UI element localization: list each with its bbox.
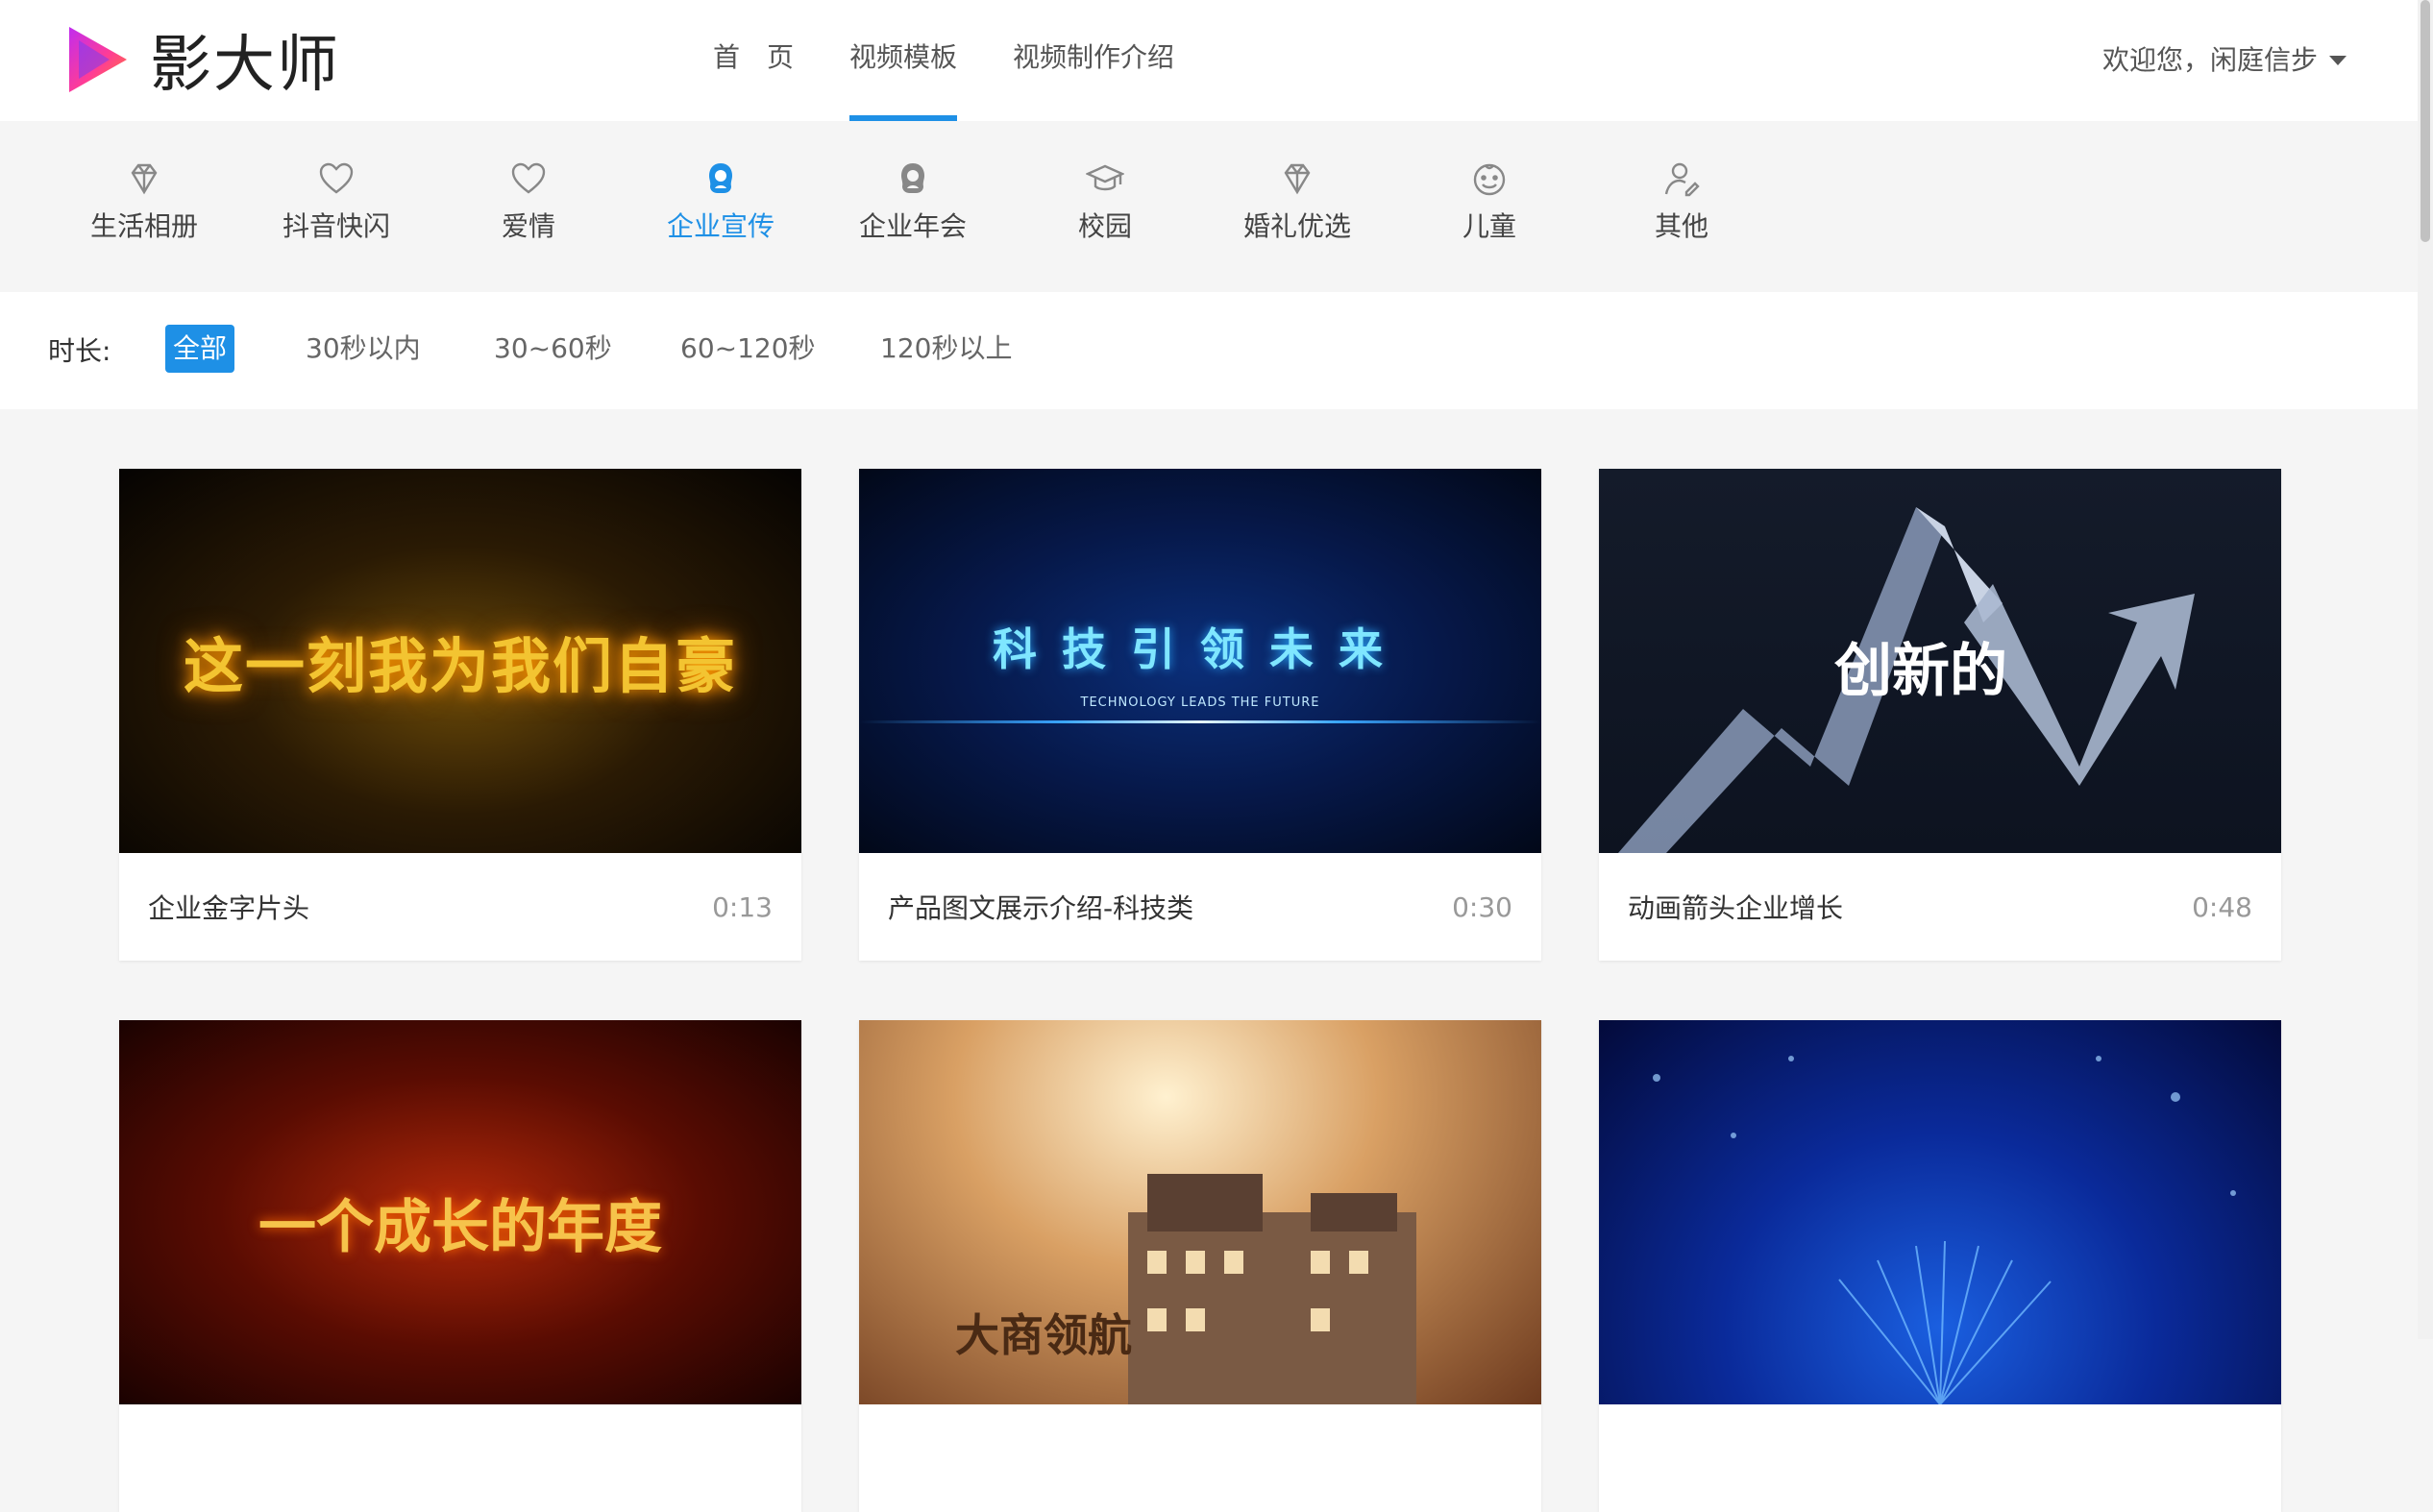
template-card[interactable]: 大商领航 xyxy=(859,1020,1541,1512)
business-person-icon xyxy=(709,163,732,193)
thumbnail-subtext: TECHNOLOGY LEADS THE FUTURE xyxy=(1080,695,1320,710)
template-card[interactable]: 一个成长的年度 xyxy=(119,1020,801,1512)
filter-label: 时长: xyxy=(48,335,111,367)
category-children[interactable]: 儿童 xyxy=(1393,159,1585,244)
thumbnail-text: 科技引领未来 xyxy=(993,623,1408,675)
category-label: 其他 xyxy=(1654,210,1708,242)
template-name: 企业金字片头 xyxy=(148,892,310,924)
category-other[interactable]: 其他 xyxy=(1585,159,1778,244)
category-bar: 生活相册 抖音快闪 爱情 企业宣传 企业年会 校园 婚礼优选 儿童 其他 xyxy=(0,121,2418,292)
card-info: 企业金字片头 0:13 xyxy=(119,853,801,961)
category-wedding[interactable]: 婚礼优选 xyxy=(1201,159,1393,244)
template-name: 产品图文展示介绍-科技类 xyxy=(888,892,1194,924)
card-info: 产品图文展示介绍-科技类 0:30 xyxy=(859,853,1541,961)
scrollbar-thumb[interactable] xyxy=(2421,0,2430,242)
main-nav: 首页 视频模板 视频制作介绍 xyxy=(713,0,1230,121)
vertical-scrollbar[interactable] xyxy=(2418,0,2433,1339)
nav-video-templates[interactable]: 视频模板 xyxy=(849,0,958,121)
user-greeting: 欢迎您，闲庭信步 xyxy=(2101,44,2318,76)
category-annual-party[interactable]: 企业年会 xyxy=(817,159,1009,244)
template-duration: 0:30 xyxy=(1452,890,1512,923)
category-label: 儿童 xyxy=(1462,210,1516,242)
top-header: 影大师 首页 视频模板 视频制作介绍 欢迎您，闲庭信步 xyxy=(0,0,2418,121)
graduation-cap-icon xyxy=(1086,164,1124,191)
template-name: 动画箭头企业增长 xyxy=(1628,892,1844,924)
thumbnail-text: 这一刻我为我们自豪 xyxy=(183,631,737,701)
template-card[interactable]: 这一刻我为我们自豪 企业金字片头 0:13 xyxy=(119,469,801,961)
category-douyin-flash[interactable]: 抖音快闪 xyxy=(240,159,432,244)
filter-option-under-30s[interactable]: 30秒以内 xyxy=(298,325,429,373)
category-label: 生活相册 xyxy=(89,210,198,242)
child-face-icon xyxy=(1473,163,1506,196)
caret-down-icon xyxy=(2329,56,2347,65)
category-label: 婚礼优选 xyxy=(1242,210,1351,242)
nav-home[interactable]: 首页 xyxy=(713,0,821,121)
filter-option-over-120s[interactable]: 120秒以上 xyxy=(872,325,1020,373)
user-menu[interactable]: 欢迎您，闲庭信步 xyxy=(2102,0,2347,121)
person-edit-icon xyxy=(1664,162,1700,197)
category-love[interactable]: 爱情 xyxy=(432,159,625,244)
heart-icon xyxy=(511,162,546,194)
diamond-icon xyxy=(131,163,158,195)
play-logo-icon xyxy=(69,27,127,92)
category-label: 爱情 xyxy=(501,210,555,242)
thumbnail-text: 一个成长的年度 xyxy=(258,1193,662,1261)
filter-option-all[interactable]: 全部 xyxy=(165,325,235,373)
filter-option-30-60s[interactable]: 30~60秒 xyxy=(486,325,620,373)
card-info: 动画箭头企业增长 0:48 xyxy=(1599,853,2281,961)
category-label: 企业宣传 xyxy=(666,210,774,242)
logo-text: 影大师 xyxy=(150,30,340,101)
template-duration: 0:48 xyxy=(2192,890,2252,923)
diamond-icon xyxy=(1284,163,1311,195)
category-campus[interactable]: 校园 xyxy=(1009,159,1201,244)
thumbnail-text: 大商领航 xyxy=(955,1309,1132,1361)
template-card[interactable]: 科技引领未来 TECHNOLOGY LEADS THE FUTURE 产品图文展… xyxy=(859,469,1541,961)
template-card[interactable] xyxy=(1599,1020,2281,1512)
duration-filter: 时长: 全部 30秒以内 30~60秒 60~120秒 120秒以上 xyxy=(0,292,2418,409)
filter-option-60-120s[interactable]: 60~120秒 xyxy=(673,325,823,373)
particle-burst-graphic xyxy=(1653,1056,2236,1404)
nav-video-production-intro[interactable]: 视频制作介绍 xyxy=(1013,0,1174,121)
category-label: 抖音快闪 xyxy=(282,210,390,242)
category-life-album[interactable]: 生活相册 xyxy=(48,159,240,244)
template-thumbnail: 创新的 xyxy=(1599,469,2281,853)
thumbnail-text: 创新的 xyxy=(1834,637,2007,705)
template-duration: 0:13 xyxy=(712,890,773,923)
category-label: 校园 xyxy=(1077,210,1132,242)
template-thumbnail: 一个成长的年度 xyxy=(119,1020,801,1404)
category-corporate-promo[interactable]: 企业宣传 xyxy=(625,159,817,244)
template-card[interactable]: 创新的 动画箭头企业增长 0:48 xyxy=(1599,469,2281,961)
template-thumbnail xyxy=(1599,1020,2281,1404)
template-thumbnail: 科技引领未来 TECHNOLOGY LEADS THE FUTURE xyxy=(859,469,1541,853)
template-thumbnail: 这一刻我为我们自豪 xyxy=(119,469,801,853)
light-streak xyxy=(859,720,1541,723)
heart-icon xyxy=(319,162,354,194)
template-thumbnail: 大商领航 xyxy=(859,1020,1541,1404)
category-label: 企业年会 xyxy=(858,210,967,242)
logo[interactable]: 影大师 xyxy=(63,21,340,101)
business-person-icon xyxy=(901,163,924,193)
